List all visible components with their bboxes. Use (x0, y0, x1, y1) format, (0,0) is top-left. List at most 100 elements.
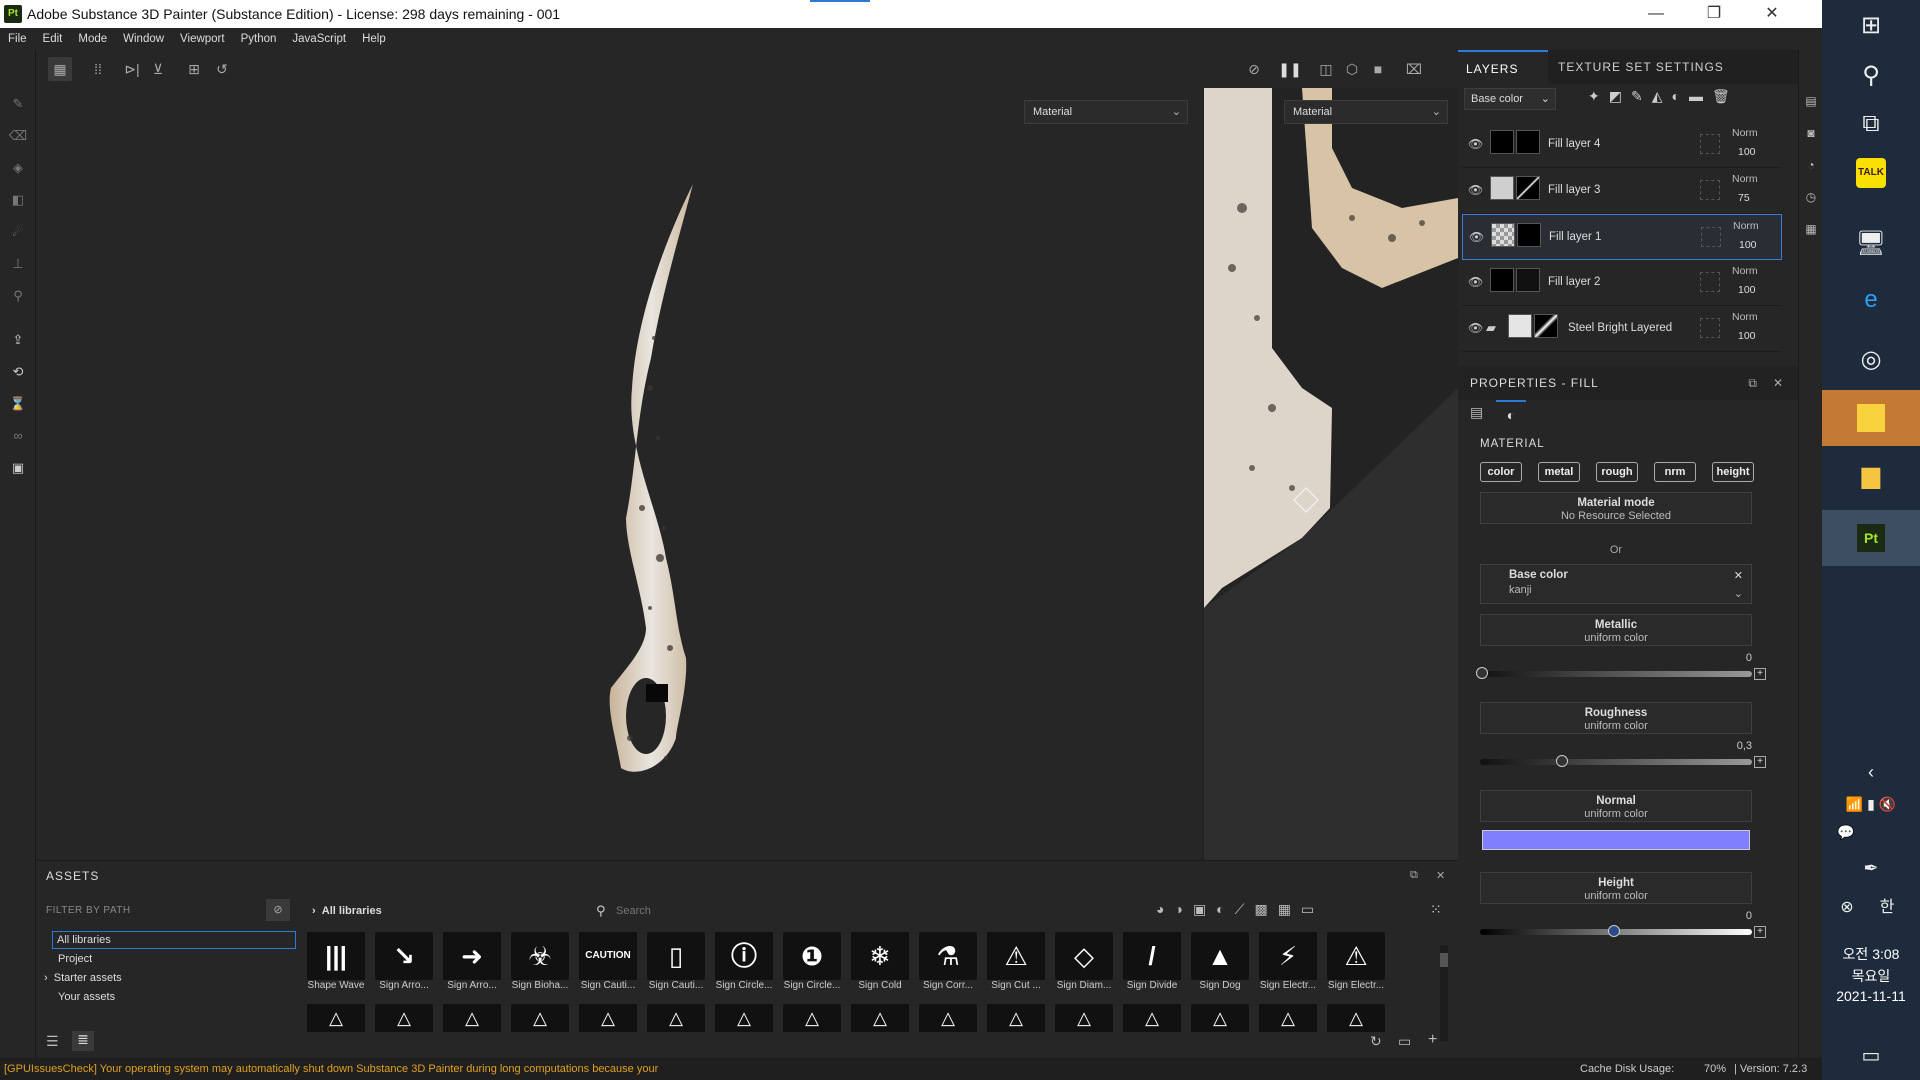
add-mask-icon[interactable]: ◩ (1609, 88, 1631, 104)
float-panel-icon[interactable]: ⧉ (1410, 869, 1418, 882)
menu-file[interactable]: File (0, 28, 35, 50)
substance-painter-taskbar-button[interactable]: Pt (1822, 510, 1920, 566)
remote-desktop-icon[interactable]: 🖥 (1847, 220, 1895, 268)
history-dock-icon[interactable]: ◷ (1803, 190, 1819, 206)
close-icon[interactable]: ✕ (1752, 3, 1792, 25)
new-folder-icon[interactable]: ▭ (1398, 1033, 1411, 1050)
layer-opacity[interactable]: 100 (1738, 284, 1756, 296)
assets-search-input[interactable] (616, 901, 956, 921)
restore-icon[interactable]: ❐ (1694, 3, 1734, 25)
chevron-down-icon[interactable]: ⌄ (1734, 587, 1743, 600)
channel-nrm-toggle[interactable]: nrm (1654, 462, 1696, 482)
channel-metal-toggle[interactable]: metal (1538, 462, 1580, 482)
add-resource-icon[interactable]: + (1754, 668, 1766, 680)
asset-tile[interactable]: ❶ Sign Circle... (780, 932, 844, 994)
add-effect-icon[interactable]: ✦ (1588, 88, 1609, 104)
filter-toggle-icon[interactable]: ⊘ (266, 899, 290, 921)
screenshot-icon[interactable]: ⌧ (1402, 57, 1426, 81)
log-dock-icon[interactable]: ▦ (1803, 222, 1819, 238)
smudge-icon[interactable]: ☄ (8, 222, 28, 242)
layer-row[interactable]: 👁 Fill layer 4 Norm 100 (1462, 122, 1782, 168)
asset-tile-partial[interactable]: △ (715, 1004, 773, 1032)
viewport-3d[interactable]: Material ⌄ (36, 88, 1202, 860)
remove-resource-icon[interactable]: ✕ (1734, 569, 1743, 582)
channel-color-toggle[interactable]: color (1480, 462, 1522, 482)
export-icon[interactable]: ▣ (8, 458, 28, 478)
visibility-eye-icon[interactable]: 👁 (1468, 321, 1483, 335)
blend-mode[interactable]: Norm (1732, 173, 1758, 185)
height-value[interactable]: 0 (1746, 910, 1752, 922)
polygon-fill-icon[interactable]: ⇪ (8, 330, 28, 350)
blend-mode[interactable]: Norm (1732, 311, 1758, 323)
filter-alphas-icon[interactable]: ▩ (1254, 901, 1277, 917)
split-view-icon[interactable]: ◫ (1314, 57, 1338, 81)
visibility-eye-icon[interactable]: 👁 (1468, 183, 1483, 197)
menu-viewport[interactable]: Viewport (172, 28, 233, 50)
asset-tile[interactable]: CAUTION Sign Cauti... (576, 932, 640, 994)
filter-smart-materials-icon[interactable]: ◑ (1174, 901, 1192, 917)
layer-row[interactable]: 👁 Fill layer 2 Norm 100 (1462, 260, 1782, 306)
list-view-icon[interactable]: ☰ (46, 1033, 59, 1050)
filter-filters-icon[interactable]: ◐ (1216, 901, 1234, 917)
asset-tile-partial[interactable]: △ (443, 1004, 501, 1032)
asset-tile[interactable]: ⚗ Sign Corr... (916, 932, 980, 994)
tree-item-all-libraries[interactable]: All libraries (52, 931, 296, 949)
asset-tile[interactable]: ⓘ Sign Circle... (712, 932, 776, 994)
mask-thumbnail[interactable] (1516, 268, 1540, 292)
viewport-2d[interactable]: Material ⌄ (1202, 88, 1458, 860)
projection-icon[interactable]: ◈ (8, 158, 28, 178)
channel-select[interactable]: Base color ⌄ (1464, 88, 1556, 110)
asset-tile[interactable]: ⚠ Sign Cut ... (984, 932, 1048, 994)
mask-thumbnail[interactable] (1516, 176, 1540, 200)
channel-rough-toggle[interactable]: rough (1596, 462, 1638, 482)
mask-thumbnail[interactable] (1534, 314, 1558, 338)
folder-icon[interactable]: ▰ (1486, 320, 1496, 336)
measure-icon[interactable]: ⌛ (8, 394, 28, 414)
windows-start-icon[interactable]: ⊞ (1847, 2, 1895, 50)
layer-opacity[interactable]: 100 (1738, 146, 1756, 158)
asset-tile[interactable]: ▯ Sign Cauti... (644, 932, 708, 994)
filter-environments-icon[interactable]: ▭ (1301, 901, 1324, 917)
bake-icon[interactable]: ⟲ (8, 362, 28, 382)
asset-tile-partial[interactable]: △ (647, 1004, 705, 1032)
effects-slot[interactable] (1700, 272, 1720, 292)
material-tab-icon[interactable]: ◐ (1496, 400, 1526, 428)
asset-tile-partial[interactable]: △ (1191, 1004, 1249, 1032)
grid-view-icon[interactable]: ⁙ (1430, 901, 1442, 918)
asset-tile[interactable]: ❄ Sign Cold (848, 932, 912, 994)
asset-tile-partial[interactable]: △ (851, 1004, 909, 1032)
knife-model[interactable] (36, 88, 1202, 860)
viewport-2d-mode-select[interactable]: Material ⌄ (1284, 100, 1448, 124)
filter-brushes-icon[interactable]: ⟋ (1235, 901, 1255, 917)
tree-item-project[interactable]: Project (58, 953, 92, 965)
visibility-eye-icon[interactable]: 👁 (1468, 275, 1483, 289)
effects-slot[interactable] (1700, 134, 1720, 154)
tab-texture-set-settings[interactable]: TEXTURE SET SETTINGS (1550, 50, 1732, 84)
asset-tile-partial[interactable]: △ (511, 1004, 569, 1032)
menu-edit[interactable]: Edit (35, 28, 71, 50)
close-circle-icon[interactable]: ⊗ (1832, 884, 1862, 932)
asset-tile[interactable]: ⚡ Sign Electr... (1256, 932, 1320, 994)
grid-select-icon[interactable]: ▦ (48, 57, 72, 81)
height-slot[interactable]: Height uniform color (1480, 872, 1752, 904)
layer-row-folder[interactable]: 👁 ▰ Steel Bright Layered Norm 100 (1462, 306, 1782, 352)
asset-tile[interactable]: ▲ Sign Dog (1188, 932, 1252, 994)
file-explorer-icon[interactable]: ▆ (1847, 452, 1895, 500)
layer-row[interactable]: 👁 Fill layer 3 Norm 75 (1462, 168, 1782, 214)
clock-date[interactable]: 2021-11-11 (1822, 988, 1920, 1004)
add-fill-layer-icon[interactable]: ◭ (1652, 88, 1672, 104)
layers-dock-icon[interactable]: ▤ (1803, 94, 1819, 110)
asset-tile[interactable]: ➜ Sign Arro... (440, 932, 504, 994)
mask-thumbnail[interactable] (1517, 223, 1541, 247)
history-icon[interactable]: ↺ (210, 57, 234, 81)
menu-mode[interactable]: Mode (70, 28, 115, 50)
add-resource-icon[interactable]: + (1754, 926, 1766, 938)
asset-tile-partial[interactable]: △ (783, 1004, 841, 1032)
tree-item-starter-assets[interactable]: › Starter assets (44, 972, 122, 984)
asset-tile-partial[interactable]: △ (1327, 1004, 1385, 1032)
add-smart-material-icon[interactable]: ◐ (1671, 88, 1688, 104)
layer-row-selected[interactable]: 👁 Fill layer 1 Norm 100 (1462, 214, 1782, 260)
cube-view-icon[interactable]: ⬡ (1340, 57, 1364, 81)
normal-slot[interactable]: Normal uniform color (1480, 790, 1752, 822)
mirror-x-icon[interactable]: ⊳| (120, 57, 144, 81)
